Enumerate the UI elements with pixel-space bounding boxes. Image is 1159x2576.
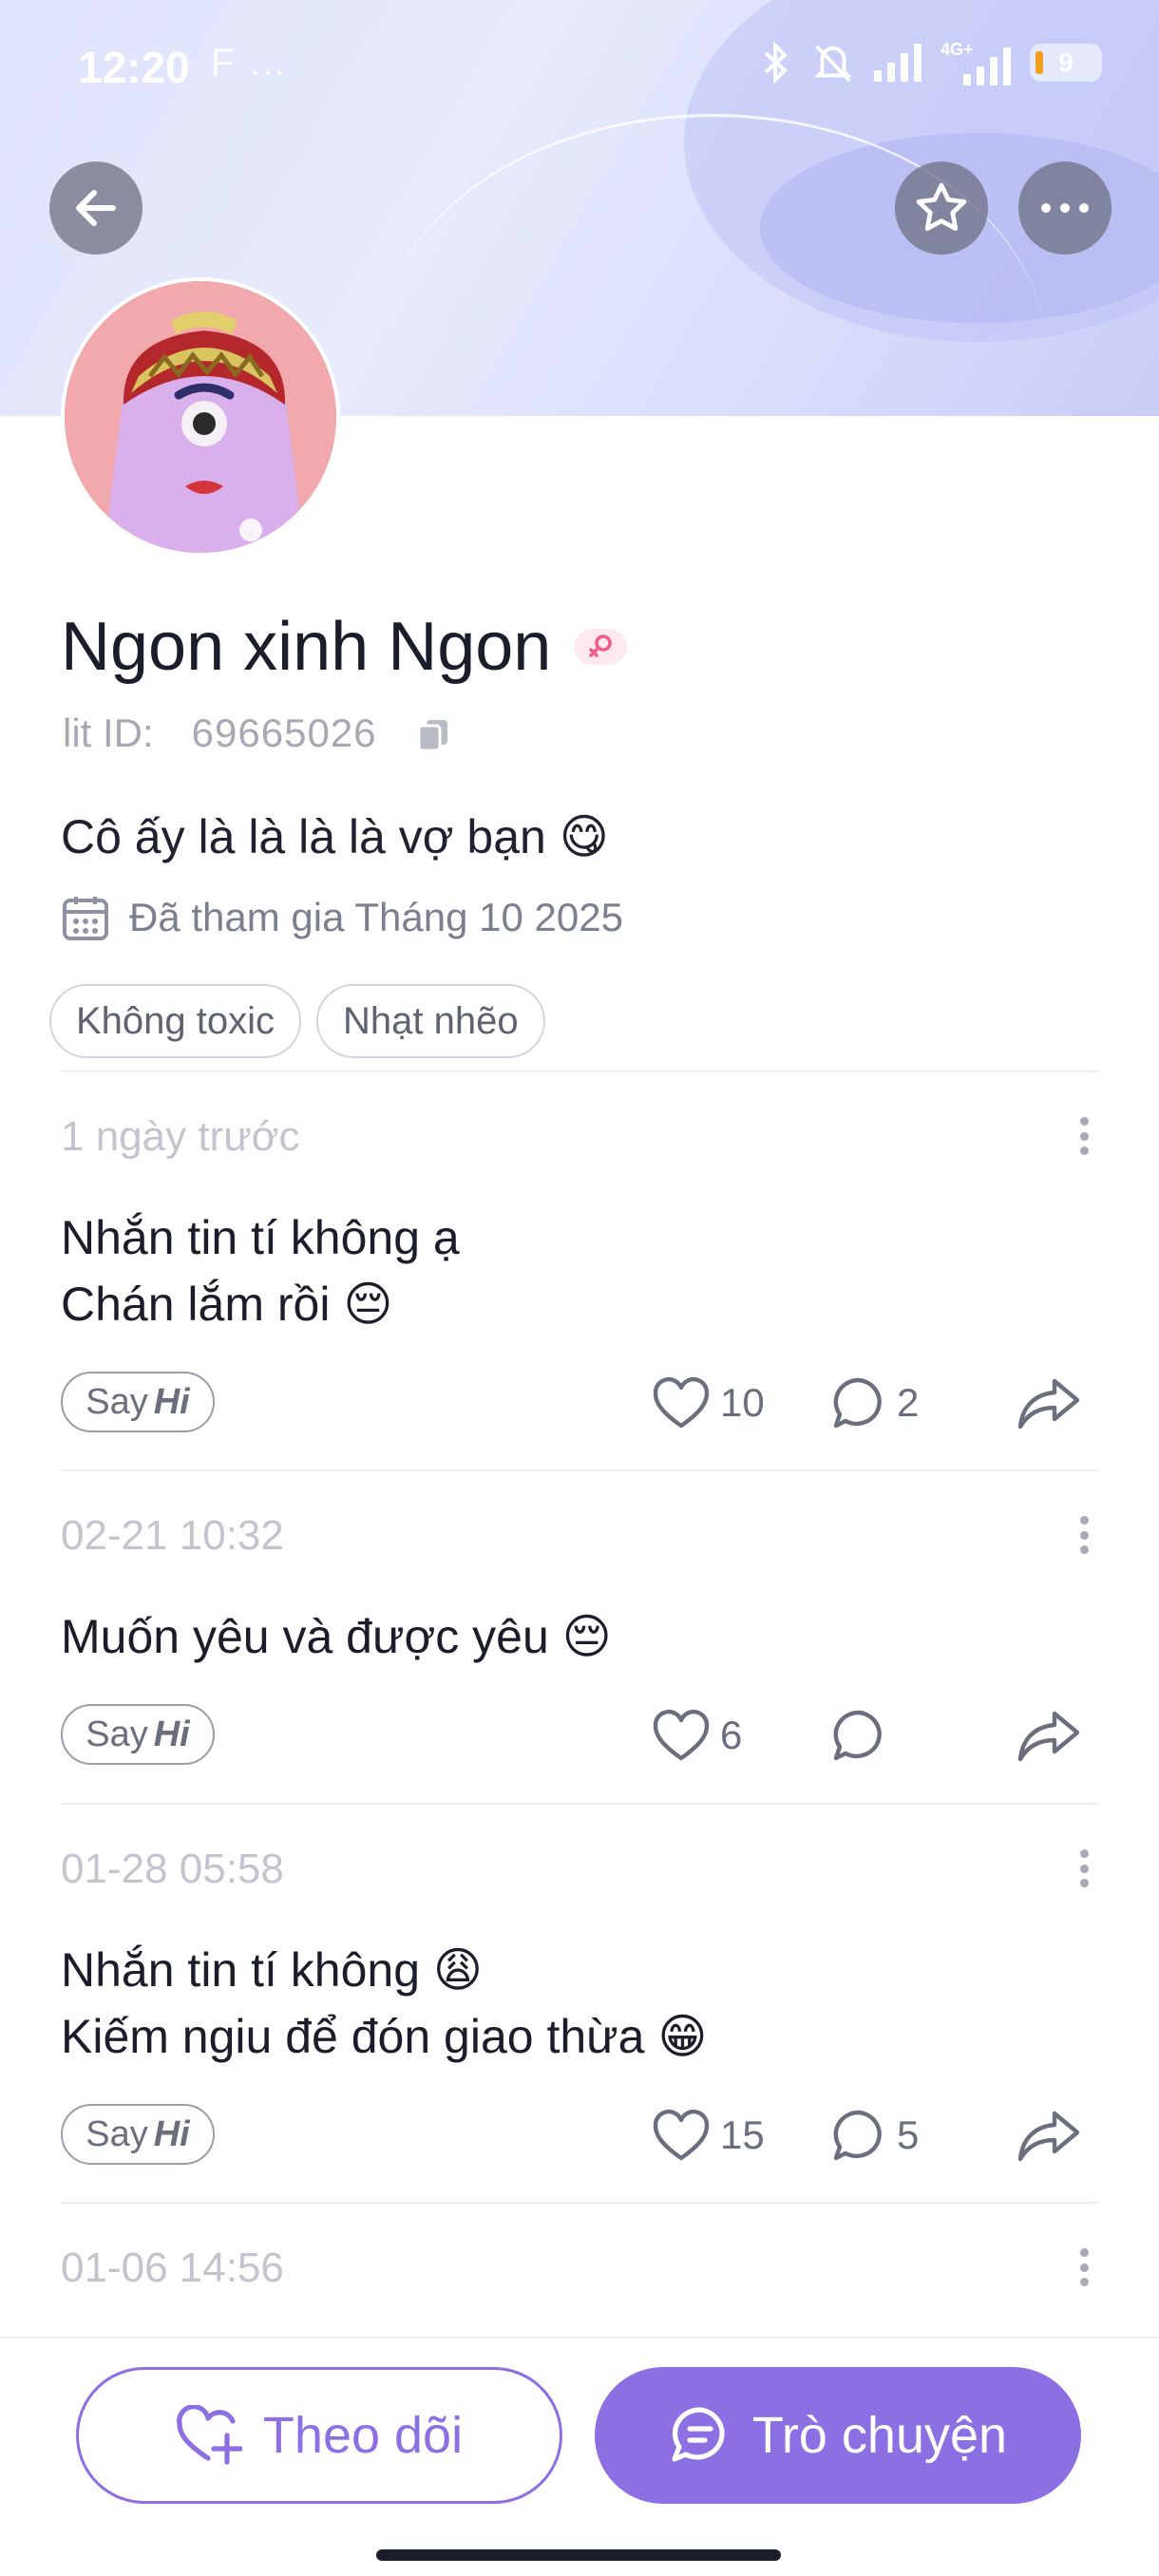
like-count: 15 <box>720 2112 765 2157</box>
like-count: 6 <box>720 1713 743 1757</box>
post-time: 01-06 14:56 <box>61 2245 284 2291</box>
say-hi-say: Say <box>86 1714 148 1754</box>
divider <box>61 1070 1098 1072</box>
divider <box>61 1803 1098 1805</box>
like-button[interactable]: 15 <box>652 2104 765 2167</box>
like-count: 10 <box>720 1380 765 1425</box>
comment-icon <box>833 1377 882 1429</box>
post-actions: Say Hi 6 <box>61 1704 1098 1767</box>
post-more-icon[interactable] <box>1070 1117 1098 1155</box>
status-bar: 12:20 F … 4G+ 9 <box>0 0 1159 133</box>
post-item[interactable]: 01-28 05:58 Nhắn tin tí không 😩 Kiếm ngi… <box>61 1846 1098 2165</box>
lit-id-value: 69665026 <box>191 710 377 755</box>
signal-icon <box>874 44 922 82</box>
comment-icon <box>833 2110 882 2161</box>
4g-signal-icon: 4G+ <box>940 40 1011 85</box>
post-text-line: Nhắn tin tí không 😩 <box>61 1943 484 1997</box>
say-hi-button[interactable]: Say Hi <box>61 1704 215 1765</box>
share-icon <box>1017 2111 1080 2162</box>
more-options-button[interactable] <box>1018 161 1112 255</box>
post-item[interactable]: 1 ngày trước Nhắn tin tí không ạ Chán lắ… <box>61 1113 1098 1432</box>
chat-label: Trò chuyện <box>751 2407 1008 2464</box>
profile-bio: Cô ấy là là là là vợ bạn 😋 <box>61 810 609 863</box>
share-button[interactable] <box>1016 1704 1081 1767</box>
post-item[interactable]: 02-21 10:32 Muốn yêu và được yêu 😔 Say Hi… <box>61 1512 1098 1765</box>
post-text-line: Muốn yêu và được yêu 😔 <box>61 1610 612 1663</box>
bottom-action-bar: Theo dõi Trò chuyện <box>0 2337 1159 2576</box>
chat-icon <box>672 2407 725 2462</box>
heart-plus-icon <box>177 2405 242 2465</box>
tag-chip: Không toxic <box>49 984 302 1058</box>
comment-button[interactable] <box>830 1704 897 1767</box>
status-icons: 4G+ 9 <box>756 40 1102 85</box>
heart-icon <box>653 1377 710 1429</box>
bluetooth-icon <box>764 42 788 84</box>
back-button[interactable] <box>49 161 142 255</box>
post-text-line: Chán lắm rồi 😔 <box>61 1278 393 1331</box>
avatar-image <box>65 281 336 553</box>
favorite-button[interactable] <box>895 161 988 255</box>
say-hi-say: Say <box>86 2113 148 2154</box>
status-notification-icons: F … <box>211 42 289 84</box>
female-gender-icon <box>574 629 628 665</box>
comment-icon <box>833 1710 882 1761</box>
say-hi-button[interactable]: Say Hi <box>61 1372 215 1432</box>
star-icon <box>916 182 967 231</box>
home-indicator[interactable] <box>376 2549 781 2561</box>
profile-name: Ngon xinh Ngon <box>61 608 628 686</box>
svg-text:4G+: 4G+ <box>940 40 974 59</box>
like-button[interactable]: 6 <box>652 1704 742 1767</box>
status-time: 12:20 <box>78 43 190 92</box>
share-button[interactable] <box>1016 2104 1081 2167</box>
comment-count: 2 <box>897 1380 920 1425</box>
mute-icon <box>814 45 852 83</box>
share-button[interactable] <box>1016 1372 1081 1434</box>
post-time: 01-28 05:58 <box>61 1846 284 1892</box>
lit-id-label: lit ID: <box>63 710 154 755</box>
divider <box>61 2202 1098 2204</box>
post-item[interactable]: 01-06 14:56 <box>61 2245 1098 2292</box>
post-text: Muốn yêu và được yêu 😔 <box>61 1603 1098 1670</box>
say-hi-hi: Hi <box>153 2113 190 2154</box>
tag-chip: Nhạt nhẽo <box>316 984 545 1058</box>
share-icon <box>1017 1378 1080 1430</box>
post-text-line: Nhắn tin tí không ạ <box>61 1211 460 1264</box>
joined-date-row: Đã tham gia Tháng 10 2025 <box>61 893 623 942</box>
post-more-icon[interactable] <box>1070 1516 1098 1554</box>
follow-label: Theo dõi <box>262 2407 464 2464</box>
profile-tags: Không toxic Nhạt nhẽo <box>49 984 545 1058</box>
divider <box>61 1469 1098 1471</box>
comment-count: 5 <box>897 2112 920 2157</box>
heart-icon <box>653 2110 710 2161</box>
chat-button[interactable]: Trò chuyện <box>595 2367 1081 2504</box>
post-time: 1 ngày trước <box>61 1113 300 1160</box>
say-hi-hi: Hi <box>153 1714 190 1754</box>
post-text-line: Kiếm ngiu để đón giao thừa 😁 <box>61 2010 708 2063</box>
post-more-icon[interactable] <box>1070 1849 1098 1887</box>
post-more-icon[interactable] <box>1070 2248 1098 2286</box>
share-icon <box>1017 1711 1080 1762</box>
joined-date-text: Đã tham gia Tháng 10 2025 <box>129 895 623 939</box>
more-horizontal-icon <box>1041 203 1089 213</box>
post-time: 02-21 10:32 <box>61 1512 284 1559</box>
battery-icon: 9 <box>1030 44 1102 82</box>
say-hi-button[interactable]: Say Hi <box>61 2104 215 2165</box>
say-hi-hi: Hi <box>153 1381 190 1422</box>
like-button[interactable]: 10 <box>652 1372 765 1434</box>
say-hi-say: Say <box>86 1381 148 1422</box>
post-text: Nhắn tin tí không 😩 Kiếm ngiu để đón gia… <box>61 1937 1098 2070</box>
profile-name-text: Ngon xinh Ngon <box>61 609 552 685</box>
post-actions: Say Hi 15 5 <box>61 2104 1098 2167</box>
lit-id-row: lit ID: 69665026 <box>63 710 449 756</box>
copy-icon[interactable] <box>417 716 449 752</box>
post-text: Nhắn tin tí không ạ Chán lắm rồi 😔 <box>61 1204 1098 1337</box>
comment-button[interactable]: 2 <box>830 1372 919 1434</box>
comment-button[interactable]: 5 <box>830 2104 919 2167</box>
follow-button[interactable]: Theo dõi <box>76 2367 562 2504</box>
avatar[interactable] <box>61 277 340 557</box>
heart-icon <box>653 1710 710 1761</box>
post-actions: Say Hi 10 2 <box>61 1372 1098 1434</box>
back-arrow-icon <box>76 190 116 226</box>
calendar-icon <box>63 897 108 940</box>
